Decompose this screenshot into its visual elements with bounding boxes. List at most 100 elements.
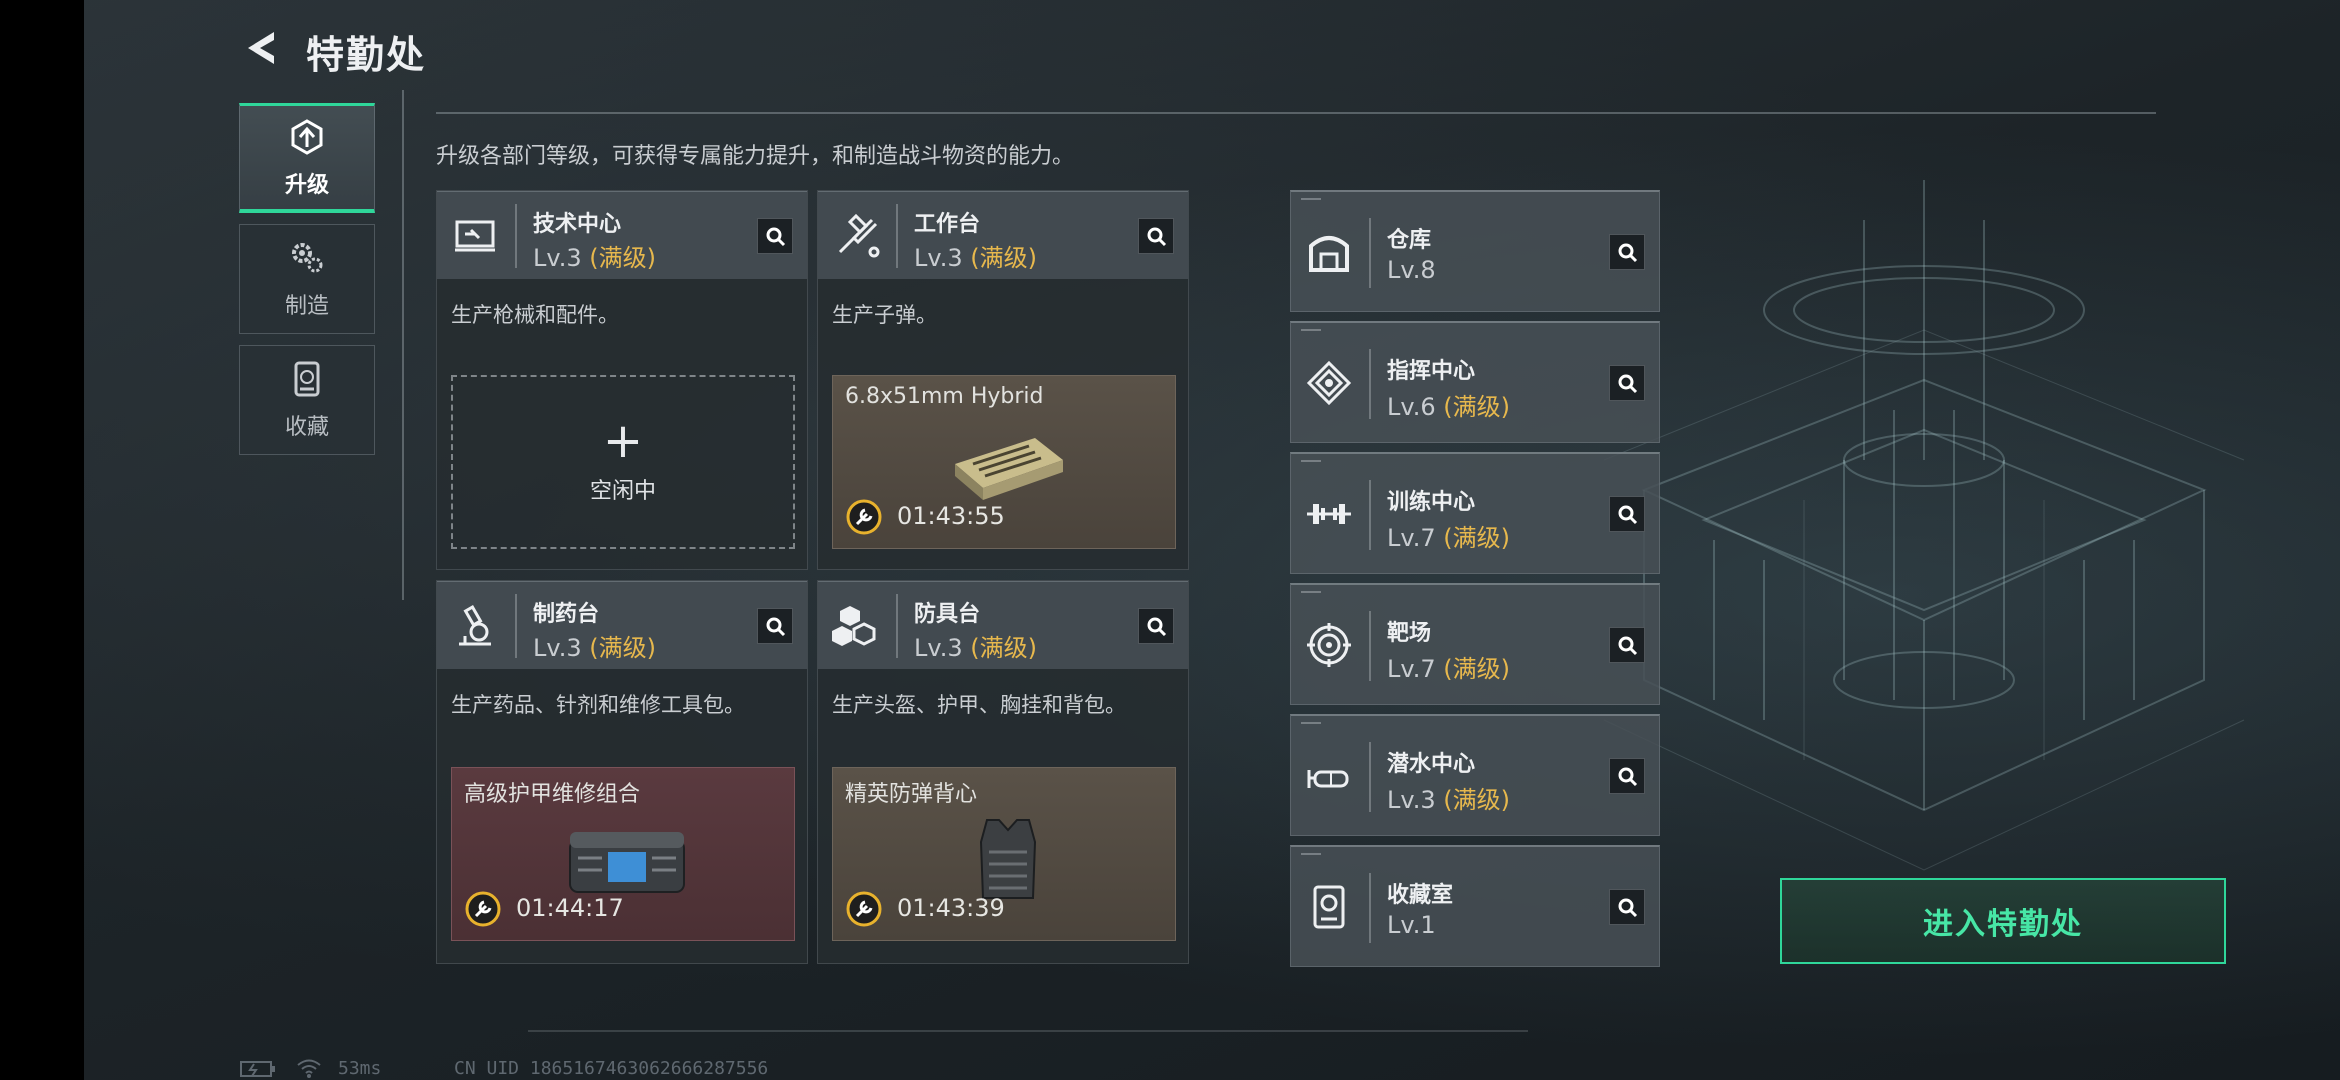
facility-name: 收藏室 [1387,883,1454,908]
facility-row-diving-center[interactable]: 潜水中心 Lv.3 (满级) [1290,714,1660,836]
frame-top-line [436,112,2156,114]
wrench-timer-icon [846,891,882,927]
row-divider [1369,218,1371,288]
search-button[interactable] [1609,889,1645,925]
search-icon [1147,227,1167,247]
game-screen: 特勤处 升级 制造 收藏 升级各部门等级，可获得专属能力提升，和制造战斗物资的能… [84,0,2340,1080]
department-name: 技术中心 [533,212,622,237]
facility-level: Lv.6 (满级) [1387,393,1510,421]
microscope-icon [459,605,491,646]
department-desc: 生产子弹。 [832,303,937,327]
tab-manufacture-label: 制造 [284,294,329,319]
collection-icon [294,361,320,397]
tab-upgrade[interactable]: 升级 [239,103,375,213]
row-divider [1369,611,1371,681]
search-button[interactable] [1138,608,1174,644]
battery-icon [240,1061,275,1077]
diving-mask-icon [1307,770,1349,788]
corner-mark [1301,198,1321,200]
facility-level: Lv.7 (满级) [1387,524,1510,552]
department-level: Lv.3 (满级) [914,634,1037,662]
frame-bottom-line [528,1030,1528,1032]
facility-row-collection-room[interactable]: 收藏室 Lv.1 [1290,845,1660,967]
search-icon [1618,898,1638,918]
search-button[interactable] [1609,365,1645,401]
tab-upgrade-label: 升级 [284,172,329,198]
search-icon [1618,636,1638,656]
search-button[interactable] [757,608,793,644]
production-timer: 01:43:55 [897,502,1005,530]
ammo-box-icon [955,438,1063,500]
plus-icon: + [602,413,644,469]
gears-icon [292,243,323,273]
production-timer: 01:44:17 [516,894,624,922]
vest-icon [979,819,1037,899]
search-button[interactable] [1609,758,1645,794]
page-title: 特勤处 [306,33,427,77]
card-header: 制药台 Lv.3 (满级) [437,581,807,669]
corner-mark [1301,329,1321,331]
production-timer: 01:43:39 [897,894,1005,922]
row-divider [1369,742,1371,812]
production-item-name: 高级护甲维修组合 [464,782,641,807]
card-header: 技术中心 Lv.3 (满级) [437,191,807,279]
production-slot[interactable]: 精英防弹背心 01:43:39 [832,767,1176,941]
search-icon [1618,767,1638,787]
search-icon [766,227,786,247]
tab-collection[interactable]: 收藏 [239,345,375,455]
row-divider [1369,873,1371,943]
department-desc: 生产枪械和配件。 [451,303,619,327]
search-button[interactable] [757,218,793,254]
upgrade-icon [291,118,323,155]
target-icon [1307,623,1351,667]
production-slot[interactable]: 高级护甲维修组合 01:44:17 [451,767,795,941]
facility-level: Lv.3 (满级) [1387,786,1510,814]
tech-center-icon [455,220,495,252]
row-divider [1369,349,1371,419]
row-divider [1369,480,1371,550]
uid-text: CN UID 1865167463062666287556 [454,1058,769,1079]
facility-row-shooting-range[interactable]: 靶场 Lv.7 (满级) [1290,583,1660,705]
search-button[interactable] [1609,627,1645,663]
search-button[interactable] [1138,218,1174,254]
search-icon [1618,243,1638,263]
facility-level: Lv.1 [1387,911,1436,939]
department-name: 工作台 [914,212,981,237]
corner-mark [1301,460,1321,462]
department-level: Lv.3 (满级) [533,244,656,272]
search-button[interactable] [1609,234,1645,270]
description-text: 升级各部门等级，可获得专属能力提升，和制造战斗物资的能力。 [436,144,1075,169]
enter-special-ops-button[interactable]: 进入特勤处 [1780,878,2226,964]
blueprint-illustration [1603,180,2245,871]
facility-row-warehouse[interactable]: 仓库 Lv.8 [1290,190,1660,312]
card-header: 工作台 Lv.3 (满级) [818,191,1188,279]
header-divider [896,594,898,658]
production-item-name: 6.8x51mm Hybrid [845,384,1044,409]
facility-level: Lv.8 [1387,256,1436,284]
wrench-timer-icon [465,891,501,927]
search-button[interactable] [1609,496,1645,532]
tab-collection-label: 收藏 [284,415,329,440]
corner-mark [1301,591,1321,593]
facility-row-training-center[interactable]: 训练中心 Lv.7 (满级) [1290,452,1660,574]
dumbbell-icon [1307,504,1351,524]
corner-mark [1301,853,1321,855]
header-divider [515,594,517,658]
facility-row-command-center[interactable]: 指挥中心 Lv.6 (满级) [1290,321,1660,443]
department-desc: 生产头盔、护甲、胸挂和背包。 [832,693,1126,717]
idle-label: 空闲中 [589,479,656,504]
department-desc: 生产药品、针剂和维修工具包。 [451,693,745,717]
production-slot[interactable]: 6.8x51mm Hybrid 01:43:55 [832,375,1176,549]
back-arrow-icon[interactable] [240,26,284,70]
armor-blocks-icon [832,606,876,646]
frame-left-line [402,90,404,600]
idle-production-slot[interactable]: + 空闲中 [451,375,795,549]
production-item-name: 精英防弹背心 [845,782,978,807]
header-divider [515,204,517,268]
search-icon [1147,617,1167,637]
department-card-tech-center: 技术中心 Lv.3 (满级) 生产枪械和配件。 + 空闲中 [436,190,808,570]
facility-name: 指挥中心 [1387,359,1476,384]
corner-mark [1301,722,1321,724]
tab-manufacture[interactable]: 制造 [239,224,375,334]
header-divider [896,204,898,268]
